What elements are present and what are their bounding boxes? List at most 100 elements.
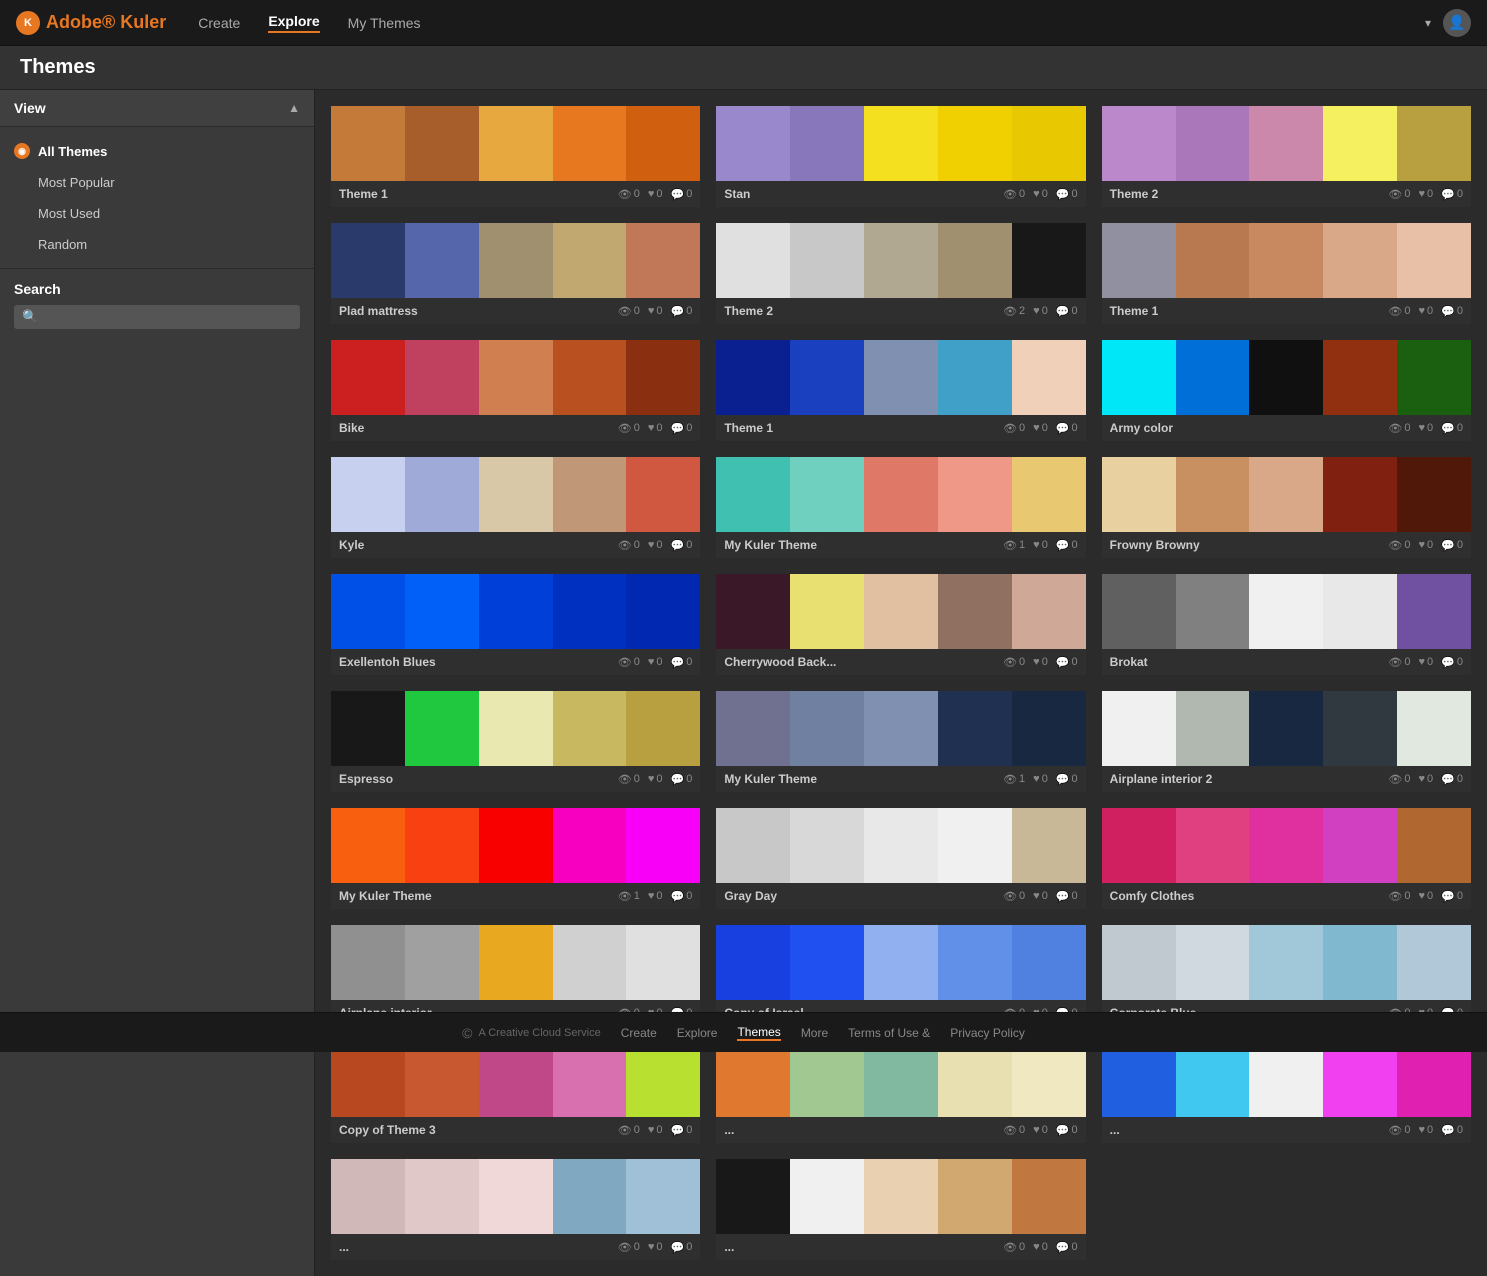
theme-card[interactable]: Theme 1 👁 0 ♥ 0 💬 0 — [716, 340, 1085, 441]
view-count: 0 — [1404, 773, 1410, 785]
sidebar-item-all-themes[interactable]: ◉ All Themes — [0, 135, 314, 167]
bottom-more[interactable]: More — [801, 1026, 828, 1040]
bottom-explore[interactable]: Explore — [677, 1026, 718, 1040]
color-swatch — [626, 223, 700, 298]
view-stat: 👁 0 — [618, 656, 640, 669]
color-swatch — [790, 223, 864, 298]
bottom-themes[interactable]: Themes — [737, 1025, 780, 1041]
theme-card[interactable]: ... 👁 0 ♥ 0 💬 0 — [1102, 1042, 1471, 1143]
theme-card[interactable]: Theme 1 👁 0 ♥ 0 💬 0 — [331, 106, 700, 207]
eye-icon: 👁 — [1388, 890, 1402, 903]
theme-card[interactable]: Comfy Clothes 👁 0 ♥ 0 💬 0 — [1102, 808, 1471, 909]
heart-icon: ♥ — [1033, 305, 1040, 317]
theme-name: ... — [724, 1123, 1003, 1137]
view-stat: 👁 2 — [1003, 305, 1025, 318]
nav-my-themes[interactable]: My Themes — [348, 15, 421, 31]
theme-card[interactable]: Copy of Israel 👁 0 ♥ 0 💬 0 — [716, 925, 1085, 1026]
theme-swatches — [1102, 691, 1471, 766]
color-swatch — [716, 691, 790, 766]
theme-card[interactable]: Stan 👁 0 ♥ 0 💬 0 — [716, 106, 1085, 207]
nav-explore[interactable]: Explore — [268, 13, 319, 33]
comment-icon: 💬 — [1441, 1124, 1455, 1137]
theme-stats: 👁 0 ♥ 0 💬 0 — [618, 773, 693, 786]
theme-card[interactable]: Bike 👁 0 ♥ 0 💬 0 — [331, 340, 700, 441]
comment-stat: 💬 0 — [671, 539, 693, 552]
theme-card[interactable]: Copy of Theme 3 👁 0 ♥ 0 💬 0 — [331, 1042, 700, 1143]
dropdown-arrow-icon[interactable]: ▾ — [1425, 16, 1431, 30]
search-input[interactable] — [42, 310, 222, 325]
nav-create[interactable]: Create — [198, 15, 240, 31]
theme-card[interactable]: Theme 2 👁 2 ♥ 0 💬 0 — [716, 223, 1085, 324]
theme-card[interactable]: ... 👁 0 ♥ 0 💬 0 — [331, 1159, 700, 1260]
theme-card[interactable]: Theme 1 👁 0 ♥ 0 💬 0 — [1102, 223, 1471, 324]
brand-logo[interactable]: K Adobe® Kuler — [16, 11, 166, 35]
bottom-privacy[interactable]: Privacy Policy — [950, 1026, 1025, 1040]
theme-card[interactable]: Theme 2 👁 0 ♥ 0 💬 0 — [1102, 106, 1471, 207]
color-swatch — [1397, 1042, 1471, 1117]
comment-count: 0 — [686, 656, 692, 668]
color-swatch — [938, 691, 1012, 766]
color-swatch — [1323, 223, 1397, 298]
color-swatch — [1323, 808, 1397, 883]
comment-icon: 💬 — [1441, 890, 1455, 903]
color-swatch — [716, 925, 790, 1000]
color-swatch — [716, 574, 790, 649]
theme-card[interactable]: Espresso 👁 0 ♥ 0 💬 0 — [331, 691, 700, 792]
theme-card[interactable]: Kyle 👁 0 ♥ 0 💬 0 — [331, 457, 700, 558]
theme-card[interactable]: ... 👁 0 ♥ 0 💬 0 — [716, 1159, 1085, 1260]
theme-swatches — [1102, 457, 1471, 532]
view-stat: 👁 0 — [618, 773, 640, 786]
view-header: View ▲ — [0, 90, 314, 127]
theme-card[interactable]: Gray Day 👁 0 ♥ 0 💬 0 — [716, 808, 1085, 909]
eye-icon: 👁 — [1003, 890, 1017, 903]
theme-swatches — [716, 340, 1085, 415]
color-swatch — [626, 340, 700, 415]
theme-card[interactable]: Airplane interior 2 👁 0 ♥ 0 💬 0 — [1102, 691, 1471, 792]
sidebar-item-most-used[interactable]: Most Used — [0, 198, 314, 229]
theme-card[interactable]: Brokat 👁 0 ♥ 0 💬 0 — [1102, 574, 1471, 675]
sidebar-item-most-popular[interactable]: Most Popular — [0, 167, 314, 198]
color-swatch — [1323, 925, 1397, 1000]
theme-card[interactable]: My Kuler Theme 👁 1 ♥ 0 💬 0 — [716, 457, 1085, 558]
view-count: 0 — [1404, 539, 1410, 551]
theme-card[interactable]: My Kuler Theme 👁 1 ♥ 0 💬 0 — [331, 808, 700, 909]
like-stat: ♥ 0 — [1419, 1124, 1434, 1136]
all-themes-icon: ◉ — [14, 143, 30, 159]
color-swatch — [1397, 925, 1471, 1000]
heart-icon: ♥ — [1033, 656, 1040, 668]
chevron-up-icon[interactable]: ▲ — [288, 101, 300, 115]
heart-icon: ♥ — [1033, 422, 1040, 434]
theme-stats: 👁 0 ♥ 0 💬 0 — [618, 422, 693, 435]
theme-card[interactable]: Plad mattress 👁 0 ♥ 0 💬 0 — [331, 223, 700, 324]
color-swatch — [405, 223, 479, 298]
view-stat: 👁 0 — [1003, 422, 1025, 435]
like-count: 0 — [1427, 1124, 1433, 1136]
comment-stat: 💬 0 — [1441, 890, 1463, 903]
eye-icon: 👁 — [1003, 656, 1017, 669]
like-stat: ♥ 0 — [1033, 539, 1048, 551]
color-swatch — [790, 457, 864, 532]
theme-card-footer: Gray Day 👁 0 ♥ 0 💬 0 — [716, 883, 1085, 909]
theme-card[interactable]: Army color 👁 0 ♥ 0 💬 0 — [1102, 340, 1471, 441]
theme-card[interactable]: Airplane interior 👁 0 ♥ 0 💬 0 — [331, 925, 700, 1026]
user-avatar[interactable]: 👤 — [1443, 9, 1471, 37]
bottom-terms[interactable]: Terms of Use & — [848, 1026, 930, 1040]
theme-stats: 👁 1 ♥ 0 💬 0 — [618, 890, 693, 903]
bottom-create[interactable]: Create — [621, 1026, 657, 1040]
color-swatch — [864, 1159, 938, 1234]
heart-icon: ♥ — [1419, 188, 1426, 200]
theme-stats: 👁 0 ♥ 0 💬 0 — [1003, 188, 1078, 201]
theme-card[interactable]: Exellentoh Blues 👁 0 ♥ 0 💬 0 — [331, 574, 700, 675]
color-swatch — [938, 808, 1012, 883]
theme-card[interactable]: Frowny Browny 👁 0 ♥ 0 💬 0 — [1102, 457, 1471, 558]
like-count: 0 — [1042, 539, 1048, 551]
theme-card[interactable]: Corporate Blue 👁 0 ♥ 0 💬 0 — [1102, 925, 1471, 1026]
theme-card[interactable]: Cherrywood Back... 👁 0 ♥ 0 💬 0 — [716, 574, 1085, 675]
comment-icon: 💬 — [1441, 656, 1455, 669]
comment-count: 0 — [1072, 773, 1078, 785]
eye-icon: 👁 — [618, 422, 632, 435]
sidebar-item-random[interactable]: Random — [0, 229, 314, 260]
theme-card[interactable]: ... 👁 0 ♥ 0 💬 0 — [716, 1042, 1085, 1143]
color-swatch — [1249, 340, 1323, 415]
theme-card[interactable]: My Kuler Theme 👁 1 ♥ 0 💬 0 — [716, 691, 1085, 792]
